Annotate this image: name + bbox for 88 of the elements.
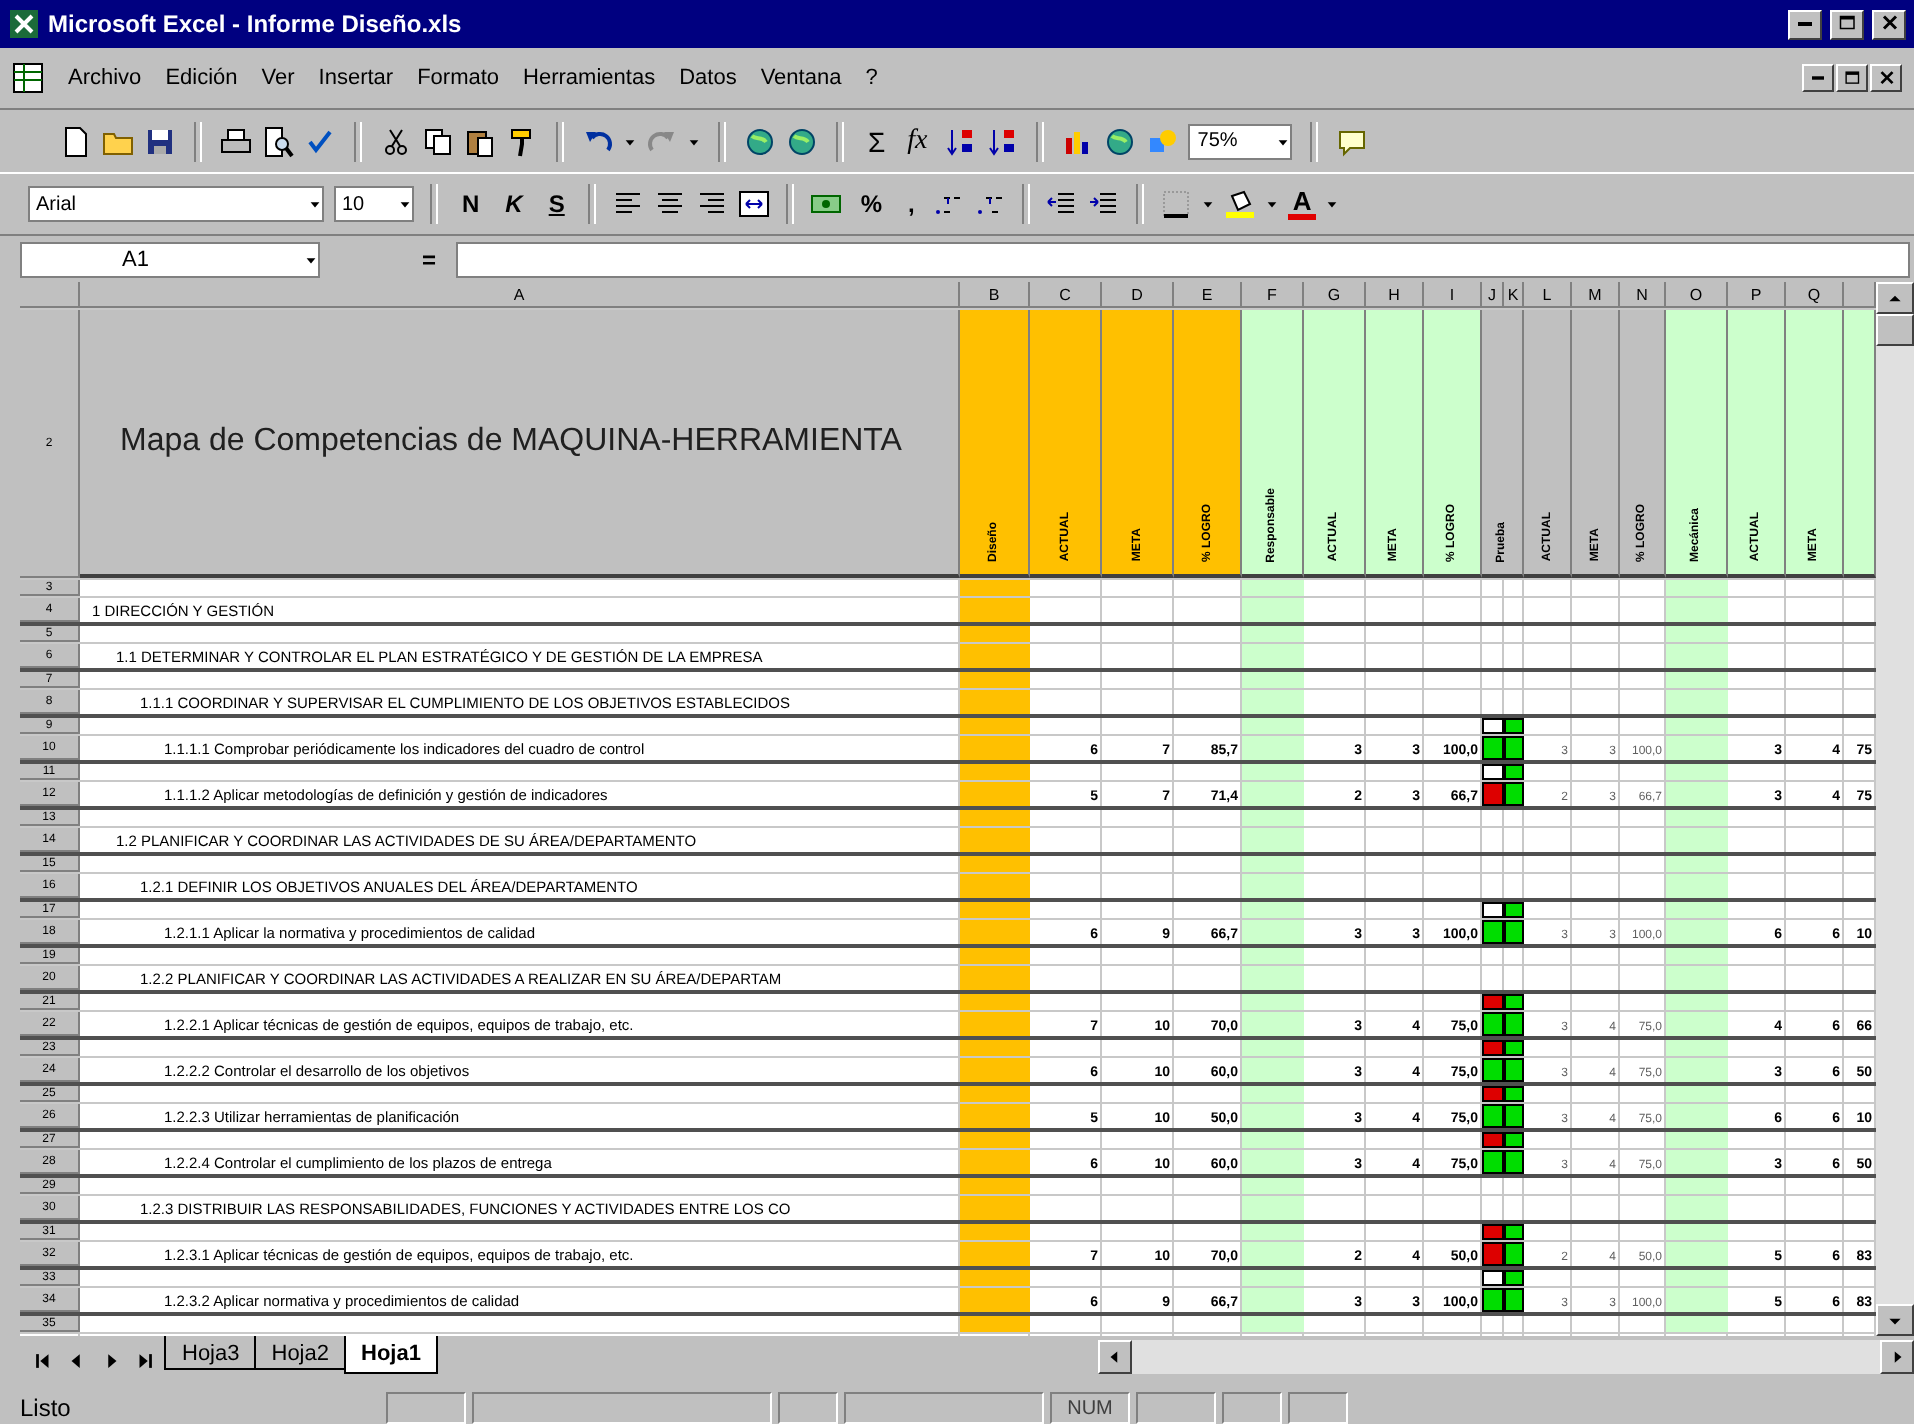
column-header[interactable]: K bbox=[1504, 282, 1524, 308]
function-button[interactable]: fx bbox=[901, 125, 934, 157]
column-header[interactable]: D bbox=[1102, 282, 1174, 308]
name-box[interactable]: A1 bbox=[20, 241, 320, 277]
minimize-icon bbox=[1812, 76, 1824, 80]
menu-item[interactable]: Formato bbox=[417, 62, 500, 94]
borders-icon[interactable] bbox=[1160, 188, 1193, 220]
copy-icon[interactable] bbox=[422, 125, 454, 157]
scroll-thumb[interactable] bbox=[1876, 314, 1914, 346]
percent-button[interactable]: % bbox=[852, 190, 891, 218]
scroll-right-button[interactable] bbox=[1880, 1340, 1914, 1374]
last-arrow-icon[interactable] bbox=[134, 1350, 156, 1372]
column-header[interactable]: Q bbox=[1786, 282, 1844, 308]
underline-button[interactable]: S bbox=[540, 190, 573, 218]
scissors-icon[interactable] bbox=[380, 125, 412, 157]
status-panel bbox=[1288, 1392, 1348, 1424]
menu-item[interactable]: Archivo bbox=[68, 62, 142, 94]
column-header[interactable]: P bbox=[1728, 282, 1786, 308]
minimize-icon bbox=[1798, 22, 1812, 26]
equals-button[interactable]: = bbox=[328, 245, 448, 273]
maximize-button[interactable] bbox=[1830, 9, 1864, 39]
column-header[interactable]: G bbox=[1304, 282, 1366, 308]
menu-item[interactable]: Herramientas bbox=[523, 62, 656, 94]
column-header[interactable]: A bbox=[80, 282, 960, 308]
menu-item[interactable]: Edición bbox=[165, 62, 238, 94]
window-title: Microsoft Excel - Informe Diseño.xls bbox=[48, 10, 464, 38]
status-panel bbox=[386, 1392, 466, 1424]
menu-item[interactable]: Datos bbox=[679, 62, 737, 94]
sheet-tab[interactable]: Hoja3 bbox=[164, 1336, 258, 1370]
merge-cells-icon[interactable] bbox=[738, 188, 771, 220]
document-icon[interactable] bbox=[12, 62, 44, 94]
column-header[interactable]: H bbox=[1366, 282, 1424, 308]
sort-icon[interactable] bbox=[943, 125, 976, 157]
fill-bucket-icon[interactable] bbox=[1224, 188, 1257, 220]
sheet-tab[interactable]: Hoja2 bbox=[253, 1336, 347, 1370]
status-indicator: NUM bbox=[1050, 1392, 1130, 1424]
sheet-tab[interactable]: Hoja1 bbox=[343, 1336, 439, 1374]
column-header[interactable]: L bbox=[1524, 282, 1572, 308]
font-size-field[interactable]: 10 bbox=[334, 186, 414, 222]
sum-button[interactable]: Σ bbox=[862, 125, 892, 157]
minimize-button[interactable] bbox=[1788, 9, 1822, 39]
menu-item[interactable]: Ver bbox=[261, 62, 295, 94]
column-header[interactable]: B bbox=[960, 282, 1030, 308]
column-header[interactable]: C bbox=[1030, 282, 1102, 308]
status-panel bbox=[1222, 1392, 1282, 1424]
scroll-left-button[interactable] bbox=[1098, 1340, 1133, 1374]
italic-button[interactable]: K bbox=[497, 190, 531, 218]
sort-icon[interactable] bbox=[985, 125, 1018, 157]
printer-icon[interactable] bbox=[220, 125, 252, 157]
restore-button[interactable] bbox=[1836, 64, 1868, 92]
globe-icon[interactable] bbox=[1103, 125, 1136, 157]
menu-item[interactable]: Ventana bbox=[760, 62, 842, 94]
column-header[interactable]: E bbox=[1174, 282, 1242, 308]
clipboard-icon[interactable] bbox=[464, 125, 496, 157]
column-header[interactable]: I bbox=[1424, 282, 1482, 308]
close-icon bbox=[1875, 67, 1897, 89]
formula-input[interactable] bbox=[456, 241, 1910, 277]
menu-item[interactable]: Insertar bbox=[318, 62, 394, 94]
column-header[interactable]: M bbox=[1572, 282, 1620, 308]
page-magnifier-icon[interactable] bbox=[262, 125, 294, 157]
status-panel bbox=[1136, 1392, 1216, 1424]
checkmark-icon[interactable] bbox=[304, 125, 336, 157]
column-header[interactable]: F bbox=[1242, 282, 1304, 308]
zoom-field[interactable]: 75% bbox=[1187, 123, 1292, 159]
bold-button[interactable]: N bbox=[454, 190, 488, 218]
app-icon bbox=[8, 8, 40, 40]
column-header[interactable]: N bbox=[1620, 282, 1666, 308]
font-color-button[interactable]: A bbox=[1288, 188, 1316, 220]
status-text: Listo bbox=[20, 1394, 73, 1422]
new-document-icon[interactable] bbox=[60, 125, 92, 157]
status-panel bbox=[778, 1392, 838, 1424]
save-icon[interactable] bbox=[144, 125, 176, 157]
menu-item[interactable]: ? bbox=[865, 62, 878, 94]
scroll-up-button[interactable] bbox=[1876, 282, 1914, 314]
close-button[interactable] bbox=[1870, 64, 1902, 92]
column-header[interactable]: O bbox=[1666, 282, 1728, 308]
speech-bubble-icon[interactable] bbox=[1335, 125, 1368, 157]
globe-icon[interactable] bbox=[786, 125, 818, 157]
globe-icon[interactable] bbox=[744, 125, 776, 157]
scroll-down-button[interactable] bbox=[1876, 1304, 1914, 1336]
minimize-button[interactable] bbox=[1802, 64, 1834, 92]
column-header[interactable]: J bbox=[1482, 282, 1504, 308]
font-field[interactable]: Arial bbox=[28, 186, 324, 222]
sheet-title: Mapa de Competencias de MAQUINA-HERRAMIENTA bbox=[80, 310, 960, 578]
restore-icon bbox=[1841, 67, 1863, 89]
comma-button[interactable]: , bbox=[900, 190, 923, 218]
first-arrow-icon[interactable] bbox=[32, 1350, 54, 1372]
close-button[interactable] bbox=[1872, 9, 1906, 39]
